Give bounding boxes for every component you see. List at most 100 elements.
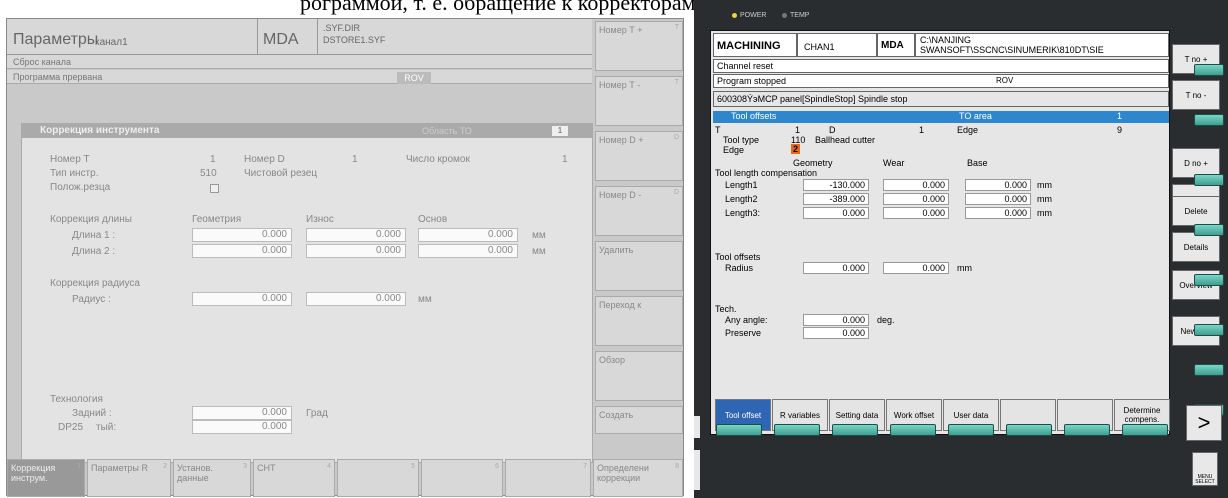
label-preserve: Preserve: [725, 328, 762, 338]
left-bottom-softkey-1[interactable]: Коррекция инструм. 1: [7, 459, 85, 497]
value-num-t: 1: [210, 154, 216, 165]
side-hardware-key-2[interactable]: [1194, 114, 1224, 126]
label-length1: Length1: [725, 180, 758, 190]
path-box: C:\NANJING SWANSOFT\SSCNC\SINUMERIK\810DT…: [915, 33, 1169, 57]
alarm-row: 600308ÝэMCP panel[SpindleStop] Spindle s…: [713, 91, 1169, 107]
left-softkey-5[interactable]: Удалить: [595, 241, 683, 291]
col-geometry: Geometry: [793, 158, 833, 168]
side-hardware-key-6[interactable]: [1194, 324, 1224, 336]
hardware-key-8[interactable]: [1122, 424, 1168, 436]
length1-base-input[interactable]: 0.000: [965, 179, 1031, 191]
right-softkey-2[interactable]: T no -: [1172, 80, 1220, 110]
side-hardware-key-1[interactable]: [1194, 64, 1224, 76]
side-hardware-key-3[interactable]: [1194, 174, 1224, 186]
len1-wear-input[interactable]: 0.000: [306, 228, 406, 242]
side-hardware-key-7[interactable]: [1194, 364, 1224, 376]
value-tool-type-name: Ballhead cutter: [815, 135, 876, 145]
label-len1: Длина 1 :: [72, 230, 116, 241]
radius-wear-input[interactable]: 0.000: [306, 292, 406, 306]
len2-wear-input[interactable]: 0.000: [306, 244, 406, 258]
label-radius-comp: Коррекция радиуса: [50, 278, 140, 289]
side-hardware-key-4[interactable]: [1194, 224, 1224, 236]
left-channel-status: Сброс канала: [7, 55, 592, 69]
hardware-key-7[interactable]: [1064, 424, 1110, 436]
label-tech: Tech.: [715, 304, 737, 314]
edge-pos-field[interactable]: 2: [791, 144, 801, 154]
left-softkey-6[interactable]: Переход к: [595, 296, 683, 346]
length1-geometry-input[interactable]: -130.000: [803, 179, 869, 191]
hardware-key-5[interactable]: [948, 424, 994, 436]
left-bottom-softkey-2[interactable]: Параметры R2: [87, 459, 171, 497]
left-softkey-8[interactable]: Создать: [595, 406, 683, 434]
left-header: Параметры канал1 MDA .SYF.DIR DSTORE1.SYF: [7, 19, 592, 55]
len2-base-input[interactable]: 0.000: [418, 244, 518, 258]
side-hardware-key-5[interactable]: [1194, 274, 1224, 286]
len2-geometry-input[interactable]: 0.000: [192, 244, 292, 258]
left-bottom-softkey-4[interactable]: СНТ 4: [253, 459, 335, 497]
col-base: Base: [967, 158, 988, 168]
length3-wear-input[interactable]: 0.000: [883, 207, 949, 219]
mode-box: MACHINING: [713, 33, 797, 57]
label-tech: Технология: [50, 394, 103, 405]
value-tool-type-name: Чистовой резец: [244, 168, 318, 179]
length3-base-input[interactable]: 0.000: [965, 207, 1031, 219]
any-angle-input[interactable]: 0.000: [803, 314, 869, 326]
left-softkey-4[interactable]: Номер D -D: [595, 186, 683, 236]
hardware-key-1[interactable]: [716, 424, 762, 436]
hmi-screen: MACHINING CHAN1 MDA C:\NANJING SWANSOFT\S…: [710, 30, 1170, 435]
label-num-t: Номер Т: [50, 154, 90, 165]
preserve-input[interactable]: 0.000: [803, 327, 869, 339]
label-length2: Length2: [725, 194, 758, 204]
edge-pos-checkbox[interactable]: [210, 184, 219, 193]
len1-base-input[interactable]: 0.000: [418, 228, 518, 242]
right-softkey-5[interactable]: Delete: [1172, 196, 1220, 226]
radius-wear-input[interactable]: 0.000: [883, 262, 949, 274]
left-title: Параметры: [13, 31, 99, 48]
len1-geometry-input[interactable]: 0.000: [192, 228, 292, 242]
left-edge-button[interactable]: [694, 416, 700, 438]
hardware-key-4[interactable]: [890, 424, 936, 436]
length3-geometry-input[interactable]: 0.000: [803, 207, 869, 219]
label-radius: Радиус :: [72, 294, 111, 305]
temp-led: TEMP: [782, 12, 809, 19]
next-arrow-button[interactable]: >: [1186, 405, 1222, 441]
left-softkey-7[interactable]: Обзор: [595, 351, 683, 401]
label-tool-type: Тип инстр.: [50, 168, 99, 179]
left-softkey-2[interactable]: Номер Т -T: [595, 76, 683, 126]
left-edge-button-2[interactable]: [694, 450, 700, 490]
label-t: T: [715, 125, 721, 135]
length2-base-input[interactable]: 0.000: [965, 193, 1031, 205]
right-softkey-6[interactable]: Details: [1172, 232, 1220, 262]
label-any-angle: Any angle:: [725, 315, 768, 325]
hardware-key-2[interactable]: [774, 424, 820, 436]
left-softkey-3[interactable]: Номер D + D: [595, 131, 683, 181]
left-bottom-softkey-5[interactable]: 5: [337, 459, 419, 497]
radius-geometry-input[interactable]: 0.000: [803, 262, 869, 274]
tech-dp-input[interactable]: 0.000: [192, 420, 292, 434]
label-d: D: [829, 125, 836, 135]
label-length3: Length3:: [725, 208, 761, 218]
left-softkey-1[interactable]: Номер Т + T: [595, 21, 683, 71]
left-bottom-softkey-6[interactable]: 6: [421, 459, 503, 497]
length1-wear-input[interactable]: 0.000: [883, 179, 949, 191]
length2-wear-input[interactable]: 0.000: [883, 193, 949, 205]
radius-geometry-input[interactable]: 0.000: [192, 292, 292, 306]
hardware-key-6[interactable]: [1006, 424, 1052, 436]
hardware-key-3[interactable]: [832, 424, 878, 436]
label-tech-back: Задний :: [72, 408, 112, 419]
left-path: .SYF.DIR DSTORE1.SYF: [323, 23, 386, 45]
tech-back-input[interactable]: 0.000: [192, 406, 292, 420]
label-tech-dp-sub: тый:: [96, 422, 117, 433]
unit-len2: мм: [532, 246, 546, 257]
left-bottom-softkey-3[interactable]: Установ. данные 3: [173, 459, 251, 497]
left-panel: Параметры канал1 MDA .SYF.DIR DSTORE1.SYF…: [6, 18, 684, 497]
rov-badge: ROV: [996, 76, 1014, 85]
label-length-comp: Коррекция длины: [50, 214, 132, 225]
left-bottom-softkey-7[interactable]: 7: [505, 459, 591, 497]
label-edge-pos: Edge: [723, 145, 745, 155]
left-bottom-softkey-8[interactable]: Определени коррекции 8: [593, 459, 683, 497]
label-edges: Число кромок: [406, 154, 470, 165]
label-edge: Edge: [957, 125, 979, 135]
menu-select-button[interactable]: MENU SELECT: [1192, 452, 1218, 486]
length2-geometry-input[interactable]: -389.000: [803, 193, 869, 205]
